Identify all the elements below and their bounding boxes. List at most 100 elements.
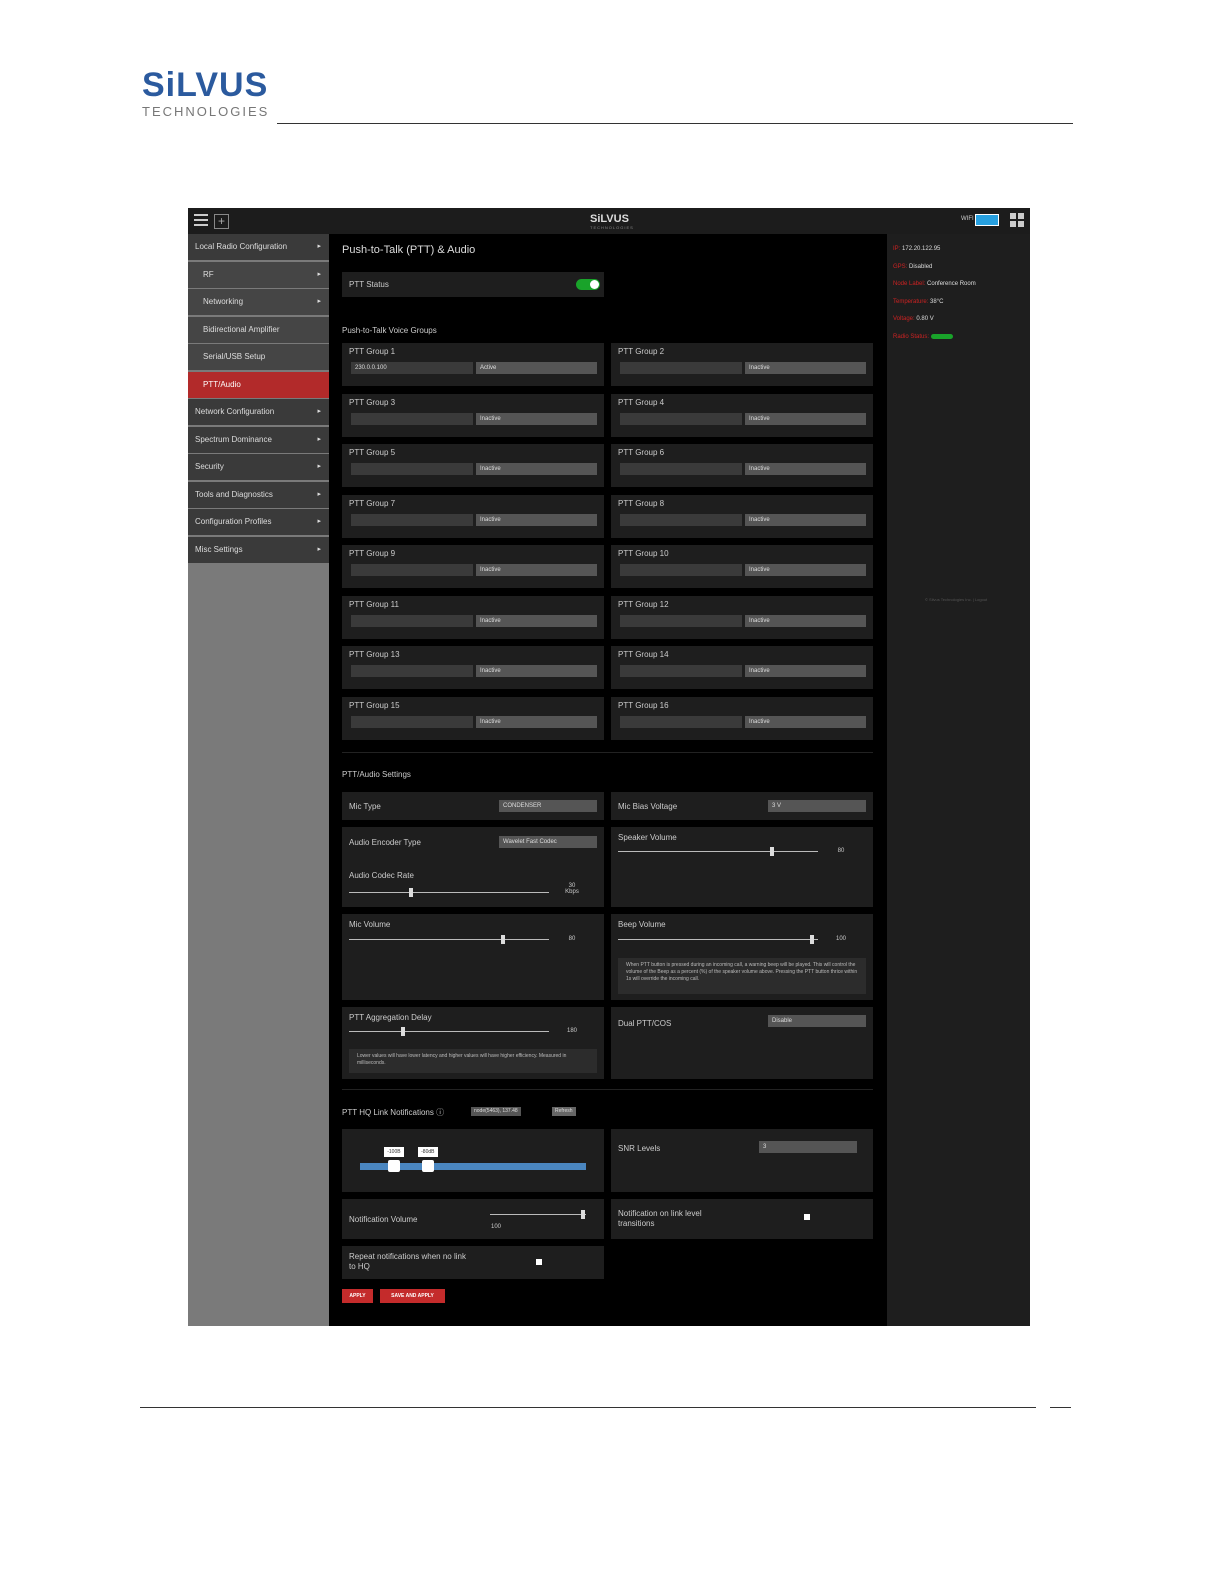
ptt-group-ip-input[interactable] bbox=[351, 463, 473, 475]
slider-thumb[interactable] bbox=[581, 1210, 586, 1219]
sidebar-item[interactable]: PTT/Audio bbox=[188, 371, 329, 398]
ptt-group-state-select[interactable]: Inactive bbox=[745, 362, 866, 374]
ptt-group-label: PTT Group 11 bbox=[349, 599, 399, 609]
hq-refresh-button[interactable]: Refresh bbox=[552, 1107, 576, 1116]
ptt-group-panel: PTT Group 15 Inactive bbox=[342, 696, 604, 740]
ptt-group-ip-input[interactable] bbox=[620, 513, 742, 526]
ptt-group-label: PTT Group 6 bbox=[618, 448, 665, 457]
ptt-group-panel: PTT Group 13 Inactive bbox=[342, 646, 604, 689]
apply-button[interactable]: APPLY bbox=[342, 1289, 373, 1303]
ptt-group-state-select[interactable]: Inactive bbox=[476, 463, 597, 475]
hq-low-tag: -100B bbox=[383, 1147, 404, 1157]
stat-radio-status: Radio Status: bbox=[893, 334, 953, 340]
slider-thumb[interactable] bbox=[770, 847, 774, 856]
radio-status-toggle[interactable] bbox=[930, 334, 953, 339]
ptt-group-ip-input[interactable] bbox=[351, 715, 473, 728]
sidebar-item[interactable]: Networking ▸ bbox=[188, 289, 329, 315]
notification-link-checkbox[interactable] bbox=[804, 1214, 810, 1220]
sidebar-item[interactable]: Network Configuration ▸ bbox=[188, 399, 329, 425]
ptt-group-state-select[interactable]: Inactive bbox=[745, 463, 866, 475]
ptt-group-label: PTT Group 14 bbox=[618, 650, 669, 659]
sidebar-item[interactable]: Tools and Diagnostics ▸ bbox=[188, 481, 329, 508]
hq-low-handle[interactable] bbox=[387, 1160, 400, 1172]
sidebar-item[interactable]: Local Radio Configuration ▸ bbox=[188, 234, 329, 260]
ptt-group-label: PTT Group 8 bbox=[618, 498, 665, 508]
ptt-group-ip-input[interactable] bbox=[620, 665, 742, 677]
sidebar-item-label: Network Configuration bbox=[195, 407, 275, 416]
ptt-group-ip-input[interactable] bbox=[620, 564, 742, 576]
encoder-select[interactable]: Wavelet Fast Codec bbox=[499, 836, 597, 848]
repeat-checkbox[interactable] bbox=[536, 1259, 542, 1265]
codec-rate-value: 30 Kbps bbox=[565, 883, 579, 895]
slider-track bbox=[618, 939, 818, 940]
page-title: Push-to-Talk (PTT) & Audio bbox=[342, 244, 476, 256]
sidebar-item[interactable]: Misc Settings ▸ bbox=[188, 536, 329, 563]
ptt-group-ip-input[interactable] bbox=[351, 513, 473, 526]
mic-type-label: Mic Type bbox=[349, 802, 381, 811]
notification-link-label: Notification on link level transitions bbox=[618, 1209, 702, 1228]
ptt-group-state-select[interactable]: Inactive bbox=[745, 614, 866, 627]
ptt-group-panel: PTT Group 9 Inactive bbox=[342, 545, 604, 588]
ptt-group-state-select[interactable]: Inactive bbox=[476, 665, 597, 677]
grid-icon[interactable] bbox=[1010, 213, 1024, 227]
mic-type-select[interactable]: CONDENSER bbox=[499, 800, 597, 812]
ptt-group-ip-input[interactable] bbox=[620, 412, 742, 425]
slider-track bbox=[618, 851, 818, 852]
plus-icon[interactable]: + bbox=[214, 214, 229, 229]
slider-thumb[interactable] bbox=[810, 935, 814, 944]
separator bbox=[342, 752, 873, 753]
ptt-status-toggle[interactable] bbox=[576, 279, 600, 290]
hamburger-icon[interactable] bbox=[194, 214, 208, 226]
slider-thumb[interactable] bbox=[409, 888, 413, 897]
ptt-group-state-select[interactable]: Inactive bbox=[476, 513, 597, 526]
ptt-group-state-select[interactable]: Inactive bbox=[745, 715, 866, 728]
hq-node-select[interactable]: node(5463), 137.48 bbox=[471, 1107, 521, 1116]
ptt-group-ip-input[interactable] bbox=[620, 715, 742, 728]
stat-ip: IP: 172.20.122.95 bbox=[893, 246, 941, 252]
ptt-group-state-select[interactable]: Active bbox=[476, 362, 597, 374]
sidebar-item-label: Serial/USB Setup bbox=[203, 352, 266, 361]
sidebar-item[interactable]: Configuration Profiles ▸ bbox=[188, 509, 329, 535]
slider-thumb[interactable] bbox=[401, 1027, 405, 1036]
ptt-group-ip-input[interactable] bbox=[620, 614, 742, 627]
sidebar-item[interactable]: RF ▸ bbox=[188, 261, 329, 288]
ptt-group-state-select[interactable]: Inactive bbox=[476, 412, 597, 425]
ptt-group-ip-input[interactable] bbox=[351, 412, 473, 425]
sidebar-item[interactable]: Security ▸ bbox=[188, 454, 329, 480]
sidebar-item[interactable]: Serial/USB Setup bbox=[188, 344, 329, 370]
sidebar: Local Radio Configuration ▸ RF ▸ Networking ▸… bbox=[188, 234, 329, 1326]
separator bbox=[342, 1089, 873, 1090]
ptt-group-state-select[interactable]: Inactive bbox=[745, 665, 866, 677]
ptt-group-ip-input[interactable]: 230.0.0.100 bbox=[351, 362, 473, 374]
slider-track bbox=[349, 1031, 549, 1032]
ptt-group-ip-input[interactable] bbox=[351, 614, 473, 627]
snr-label: SNR Levels bbox=[618, 1144, 661, 1153]
ptt-group-ip-input[interactable] bbox=[351, 665, 473, 677]
mic-bias-select[interactable]: 3 V bbox=[768, 800, 866, 812]
ptt-group-ip-input[interactable] bbox=[620, 362, 742, 374]
save-and-apply-button[interactable]: SAVE AND APPLY bbox=[380, 1289, 445, 1303]
ptt-group-state-select[interactable]: Inactive bbox=[476, 614, 597, 627]
repeat-panel: Repeat notifications when no link to HQ bbox=[342, 1246, 604, 1279]
sidebar-item[interactable]: Spectrum Dominance ▸ bbox=[188, 426, 329, 453]
footer-rule-short bbox=[1050, 1407, 1071, 1408]
sidebar-item-label: Local Radio Configuration bbox=[195, 242, 288, 251]
chevron-right-icon: ▸ bbox=[317, 435, 321, 443]
snr-panel: SNR Levels 3 bbox=[611, 1129, 873, 1192]
ptt-group-state-select[interactable]: Inactive bbox=[745, 564, 866, 576]
snr-input[interactable]: 3 bbox=[759, 1141, 857, 1153]
ptt-group-state-select[interactable]: Inactive bbox=[745, 513, 866, 526]
sidebar-item[interactable]: Bidirectional Amplifier bbox=[188, 316, 329, 343]
hq-high-handle[interactable] bbox=[421, 1160, 434, 1172]
ptt-group-ip-input[interactable] bbox=[620, 463, 742, 475]
slider-thumb[interactable] bbox=[501, 935, 505, 944]
ptt-group-state-select[interactable]: Inactive bbox=[745, 412, 866, 425]
ptt-group-state-select[interactable]: Inactive bbox=[476, 715, 597, 728]
ptt-group-panel: PTT Group 7 Inactive bbox=[342, 494, 604, 538]
dual-ptt-select[interactable]: Disable bbox=[768, 1015, 866, 1027]
ptt-group-state-select[interactable]: Inactive bbox=[476, 564, 597, 576]
ptt-group-ip-input[interactable] bbox=[351, 564, 473, 576]
battery-icon bbox=[975, 214, 999, 226]
settings-title: PTT/Audio Settings bbox=[342, 770, 411, 779]
sidebar-item-label: Spectrum Dominance bbox=[195, 434, 272, 444]
